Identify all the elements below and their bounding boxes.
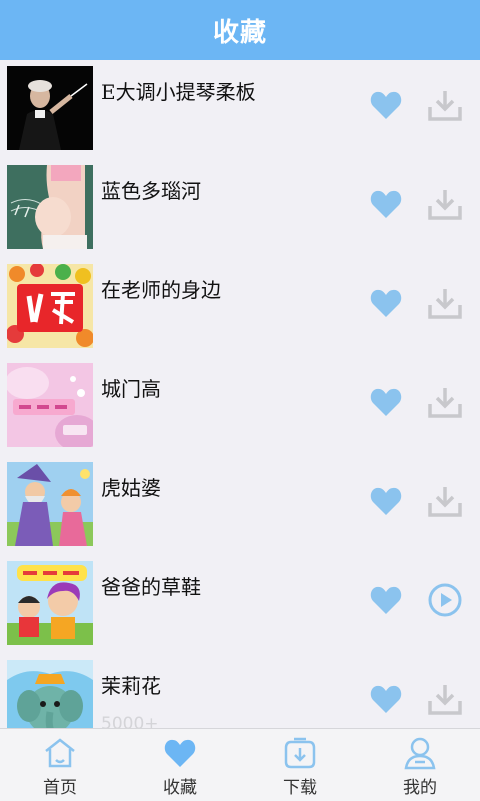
list-item[interactable]: 蓝色多瑙河	[0, 159, 480, 259]
page-title: 收藏	[0, 0, 480, 60]
person-icon	[404, 737, 436, 770]
list-item[interactable]: 城门高	[0, 357, 480, 457]
tab-favorites[interactable]: 收藏	[120, 729, 240, 801]
list-item[interactable]: 虎姑婆	[0, 456, 480, 556]
song-title: 爸爸的草鞋	[101, 575, 201, 599]
conductor-photo-thumbnail	[7, 66, 93, 150]
wizard-cartoon-thumbnail	[7, 462, 93, 546]
list-item[interactable]: E大调小提琴柔板	[0, 60, 480, 160]
heart-icon[interactable]	[370, 387, 402, 417]
pink-cover-thumbnail	[7, 363, 93, 447]
tab-downloads[interactable]: 下载	[240, 729, 360, 801]
erge-cover-thumbnail	[7, 264, 93, 348]
tab-label: 下载	[283, 778, 317, 798]
elephant-cartoon-thumbnail	[7, 660, 93, 728]
download-icon[interactable]	[427, 682, 463, 716]
download-box-icon	[284, 737, 316, 769]
tab-label: 收藏	[163, 778, 197, 798]
download-icon[interactable]	[427, 187, 463, 221]
song-title: E大调小提琴柔板	[101, 80, 256, 104]
song-title: 虎姑婆	[101, 476, 161, 500]
heart-icon[interactable]	[370, 486, 402, 516]
list-item[interactable]: 爸爸的草鞋	[0, 555, 480, 655]
tab-home[interactable]: 首页	[0, 729, 120, 801]
heart-icon[interactable]	[370, 684, 402, 714]
download-icon[interactable]	[427, 385, 463, 419]
list-item[interactable]: 在老师的身边	[0, 258, 480, 358]
heart-icon[interactable]	[370, 585, 402, 615]
kids-cartoon-thumbnail	[7, 561, 93, 645]
song-title: 蓝色多瑙河	[101, 179, 201, 203]
heart-icon[interactable]	[370, 288, 402, 318]
song-title: 在老师的身边	[101, 278, 221, 302]
heart-icon[interactable]	[370, 189, 402, 219]
pregnant-belly-photo-thumbnail	[7, 165, 93, 249]
bottom-tab-bar: 首页 收藏 下载 我的	[0, 728, 480, 801]
download-icon[interactable]	[427, 286, 463, 320]
download-icon[interactable]	[427, 484, 463, 518]
heart-icon[interactable]	[370, 90, 402, 120]
download-icon[interactable]	[427, 88, 463, 122]
count-overlay: 5000+	[101, 714, 159, 728]
song-title: 茉莉花	[101, 674, 161, 698]
song-title: 城门高	[101, 377, 161, 401]
list-item[interactable]: 5000+ 茉莉花	[0, 654, 480, 728]
favorites-list: E大调小提琴柔板 蓝色多瑙河 在老师的身边 城门高 虎姑婆 爸爸的草鞋 5000…	[0, 60, 480, 728]
play-icon[interactable]	[427, 583, 463, 617]
tab-label: 我的	[403, 778, 437, 798]
tab-label: 首页	[43, 778, 77, 798]
heart-icon	[164, 739, 196, 767]
tab-mine[interactable]: 我的	[360, 729, 480, 801]
home-icon	[45, 738, 75, 768]
